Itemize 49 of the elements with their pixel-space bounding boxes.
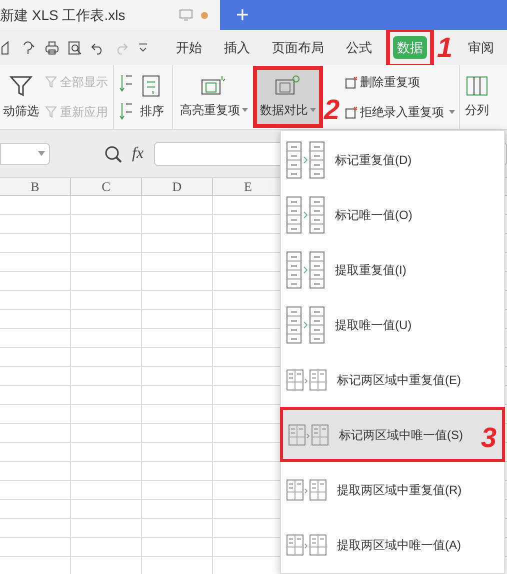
compare-icon[interactable] (285, 250, 327, 288)
column-header[interactable]: B (0, 178, 71, 195)
menu-tab[interactable]: 开始 (172, 36, 206, 59)
menu-item[interactable]: 提取两区域中唯一值(A) (281, 517, 504, 572)
caret-icon[interactable] (38, 151, 45, 156)
annotation-number: 2 (324, 96, 340, 124)
table-delete-icon (345, 76, 358, 88)
annotation-number: 3 (481, 424, 497, 452)
print-preview-icon[interactable] (68, 40, 82, 54)
split-columns-icon[interactable] (466, 75, 488, 97)
highlight-duplicates-button[interactable]: 高亮重复项 (177, 66, 251, 128)
menu-tab[interactable]: 公式 (342, 36, 376, 59)
menu-item[interactable]: 标记两区域中重复值(E) (281, 352, 504, 407)
menu-item[interactable]: 标记唯一值(O) (281, 187, 504, 242)
auto-filter-button[interactable]: 动筛选 (0, 66, 42, 128)
caret-icon[interactable] (242, 108, 248, 112)
filter-icon[interactable] (9, 74, 33, 98)
menu-item[interactable]: 提取两区域中重复值(R) (281, 462, 504, 517)
monitor-icon[interactable] (179, 9, 193, 21)
table-delete-icon (345, 106, 358, 118)
caret-icon[interactable] (449, 110, 455, 114)
menu-item[interactable]: 标记重复值(D) (281, 132, 504, 187)
menu-tab[interactable]: 页面布局 (268, 36, 328, 59)
highlight-duplicates-icon[interactable] (201, 75, 227, 97)
column-header[interactable]: D (142, 178, 213, 195)
compare-icon[interactable] (285, 140, 327, 178)
menu-tab[interactable]: 审阅 (464, 36, 498, 59)
filter-icon (45, 76, 57, 88)
sort-ascending-icon[interactable] (119, 74, 133, 92)
menu-tab[interactable]: 插入 (220, 36, 254, 59)
zoom-icon[interactable] (104, 144, 122, 162)
compare-icon[interactable] (285, 306, 327, 344)
sort-button[interactable]: 排序 (137, 66, 167, 128)
new-tab-button[interactable]: + (236, 4, 249, 26)
filter-icon (45, 106, 57, 118)
printer-icon[interactable] (45, 40, 59, 54)
ribbon-small-button[interactable]: 删除重复项 (345, 73, 455, 91)
more-icon[interactable] (137, 42, 149, 54)
split-columns-button[interactable]: 分列 (462, 66, 492, 128)
data-compare-button[interactable]: 数据对比 (253, 66, 323, 128)
annotation-number: 1 (437, 34, 453, 62)
fx-label[interactable]: fx (132, 142, 144, 166)
compare-icon[interactable] (285, 196, 327, 234)
data-compare-icon[interactable] (275, 75, 301, 97)
menu-item[interactable]: 提取重复值(I) (281, 242, 504, 297)
ribbon-small-button[interactable]: 拒绝录入重复项 (345, 103, 455, 121)
sort-descending-icon[interactable] (119, 102, 133, 120)
column-header[interactable]: C (71, 178, 142, 195)
menu-item[interactable]: 提取唯一值(U) (281, 297, 504, 352)
